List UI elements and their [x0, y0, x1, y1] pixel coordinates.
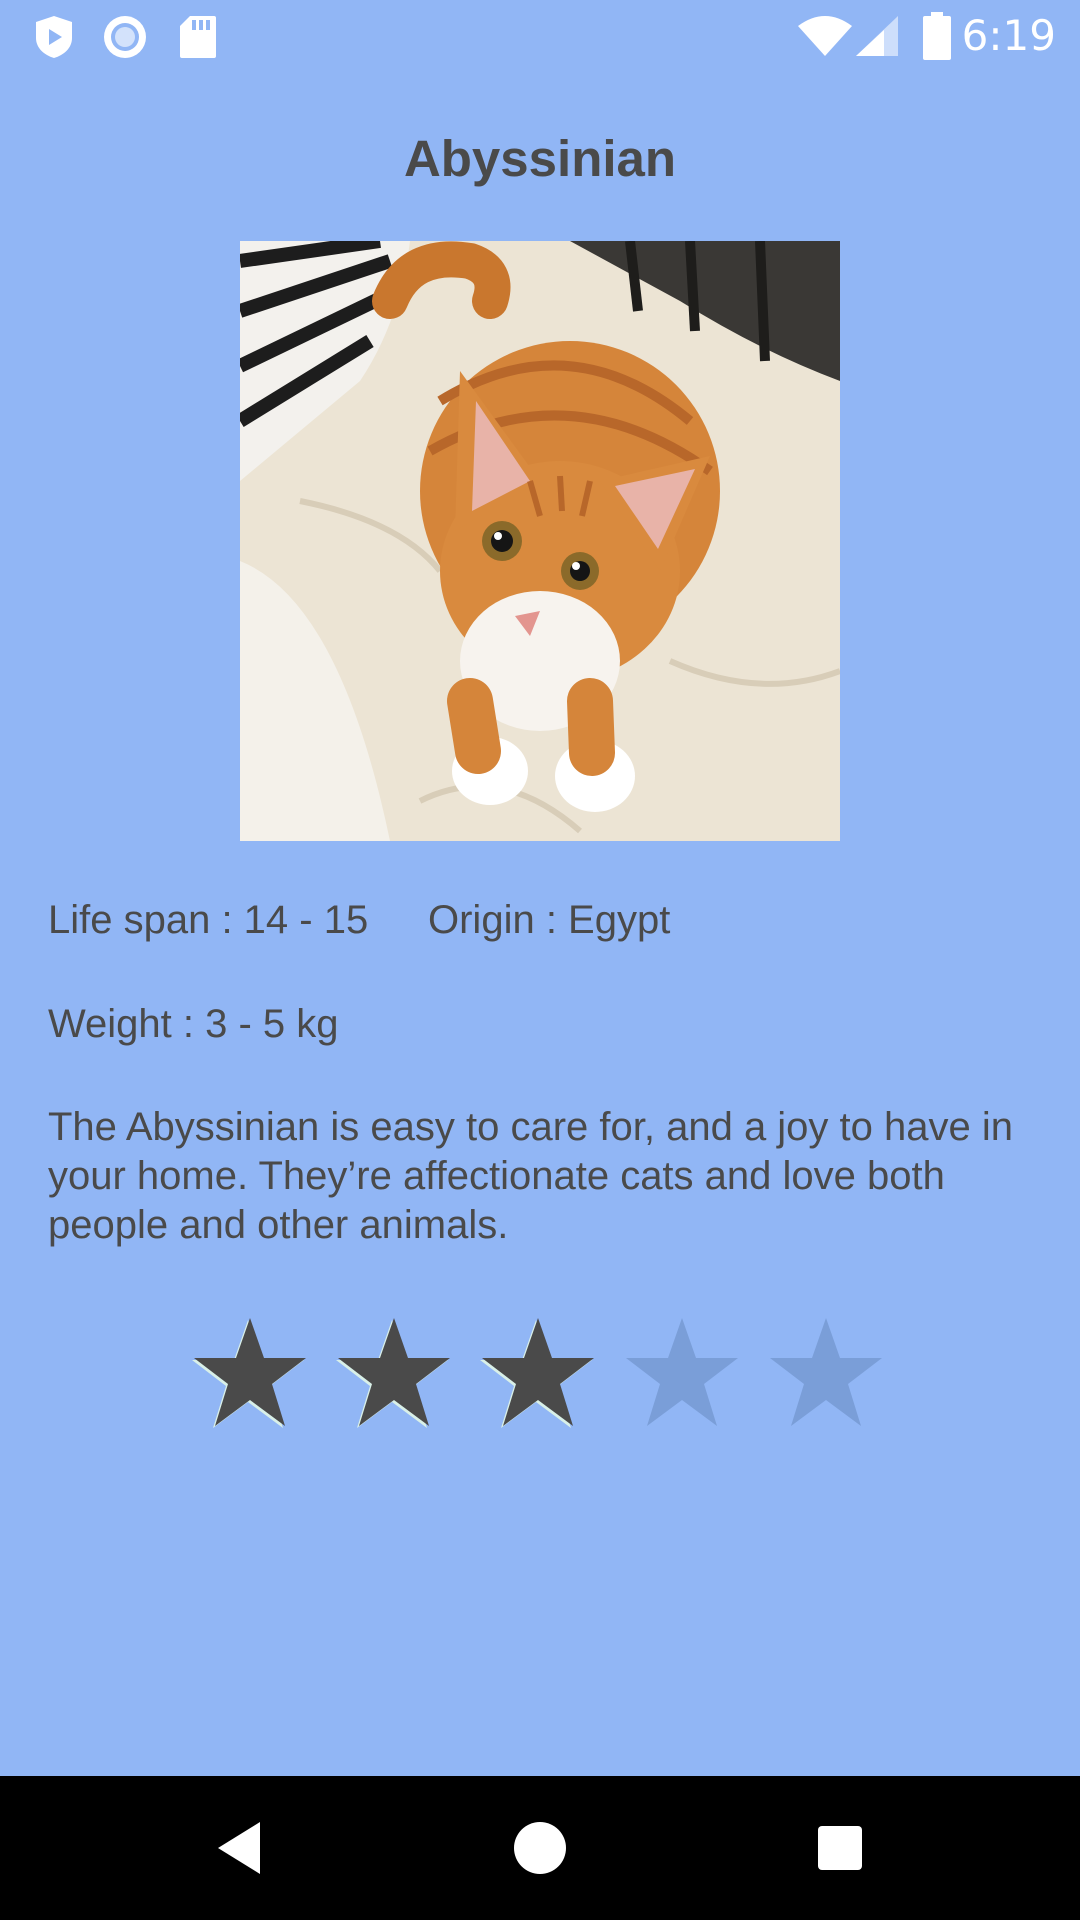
- cat-photo: [240, 241, 840, 841]
- rating-bar[interactable]: [190, 1312, 890, 1432]
- life-span-text: Life span : 14 - 15: [48, 898, 369, 942]
- shield-play-icon: [36, 16, 72, 58]
- sd-card-icon: [180, 16, 216, 58]
- rating-star-3[interactable]: [478, 1312, 598, 1432]
- breed-description: The Abyssinian is easy to care for, and …: [48, 1105, 1013, 1247]
- status-bar: 6:19: [0, 0, 1080, 72]
- rating-star-5[interactable]: [766, 1312, 886, 1432]
- rating-star-1[interactable]: [190, 1312, 310, 1432]
- recents-icon[interactable]: [808, 1816, 872, 1880]
- rating-star-2[interactable]: [334, 1312, 454, 1432]
- battery-icon: [923, 12, 951, 60]
- back-icon[interactable]: [210, 1816, 274, 1880]
- weight-text: Weight : 3 - 5 kg: [48, 1002, 339, 1046]
- signal-icon: [856, 16, 898, 56]
- home-icon[interactable]: [508, 1816, 572, 1880]
- breed-title: Abyssinian: [403, 130, 677, 187]
- rating-star-4[interactable]: [622, 1312, 742, 1432]
- status-time: 6:19: [961, 11, 1056, 60]
- wifi-icon: [798, 16, 852, 56]
- circle-record-icon: [104, 16, 146, 58]
- navigation-bar: [0, 1776, 1080, 1920]
- origin-text: Origin : Egypt: [428, 898, 671, 942]
